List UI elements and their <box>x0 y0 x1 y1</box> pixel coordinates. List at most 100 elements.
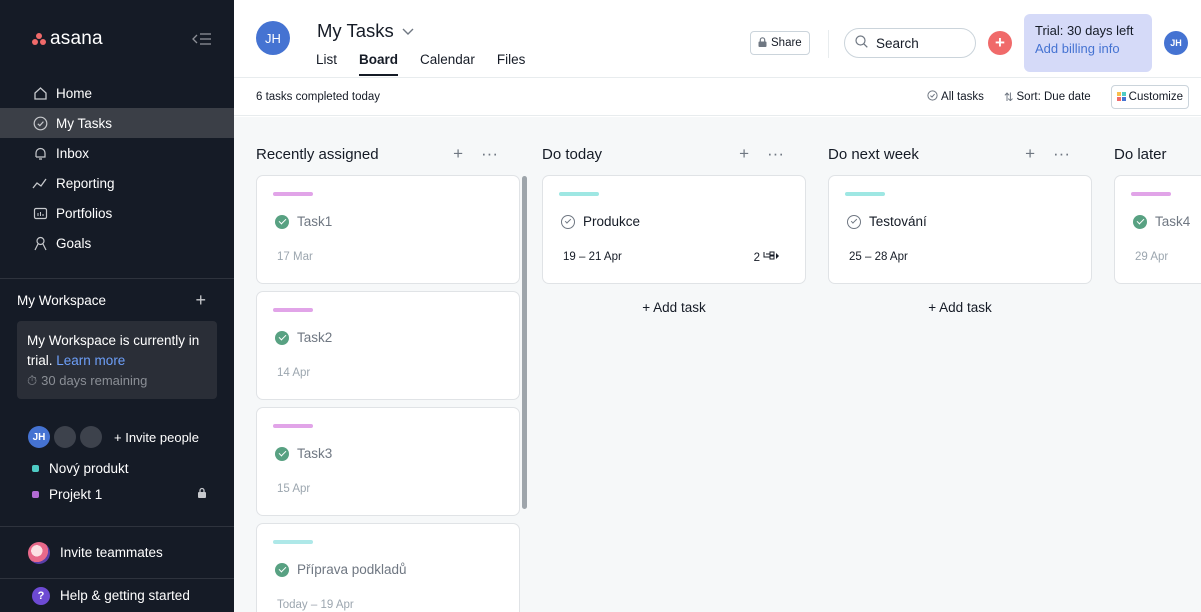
add-billing-link[interactable]: Add billing info <box>1035 40 1152 58</box>
collapse-sidebar-icon[interactable] <box>192 32 212 46</box>
incomplete-check-icon[interactable] <box>847 214 861 229</box>
task-card[interactable]: Produkce 19 – 21 Apr 2 <box>542 175 806 284</box>
completed-check-icon[interactable] <box>275 330 289 345</box>
subtask-icon <box>763 251 781 264</box>
task-name: Task4 <box>1155 214 1191 229</box>
sidebar-item-inbox[interactable]: Inbox <box>0 138 234 168</box>
globe-icon <box>28 541 50 564</box>
bell-icon <box>32 145 48 161</box>
search-placeholder: Search <box>876 35 919 51</box>
trial-banner[interactable]: Trial: 30 days left Add billing info <box>1024 14 1152 72</box>
column-header: Recently assigned + ··· <box>256 143 498 165</box>
board-toolbar: 6 tasks completed today All tasks ⇅ Sort… <box>234 78 1201 116</box>
sidebar-item-goals[interactable]: Goals <box>0 228 234 258</box>
task-name: Task1 <box>297 214 333 229</box>
page-header: JH My Tasks List Board Calendar Files Sh… <box>234 0 1201 78</box>
help-label: Help & getting started <box>60 588 190 603</box>
share-button[interactable]: Share <box>750 31 810 55</box>
add-task-icon[interactable]: + <box>1025 144 1035 164</box>
invite-teammates-label: Invite teammates <box>60 545 163 560</box>
more-options-icon[interactable]: ··· <box>481 144 498 164</box>
more-options-icon[interactable]: ··· <box>1053 144 1070 164</box>
completed-check-icon[interactable] <box>275 562 289 577</box>
sidebar-item-my-tasks[interactable]: My Tasks <box>0 108 234 138</box>
due-date: 15 Apr <box>277 483 311 495</box>
task-card[interactable]: Task2 14 Apr <box>256 291 520 400</box>
completed-check-icon[interactable] <box>1133 214 1147 229</box>
sidebar-item-portfolios[interactable]: Portfolios <box>0 198 234 228</box>
avatar-placeholder <box>80 426 102 448</box>
due-date: 14 Apr <box>277 367 311 379</box>
sidebar-item-reporting[interactable]: Reporting <box>0 168 234 198</box>
asana-logo[interactable]: asana <box>32 28 103 50</box>
add-icon[interactable]: + <box>195 290 206 311</box>
due-date: Today – 19 Apr <box>277 599 354 611</box>
tab-board[interactable]: Board <box>359 52 399 76</box>
tasks-completed-count: 6 tasks completed today <box>256 90 381 103</box>
sidebar-item-label: Inbox <box>56 145 90 161</box>
learn-more-link[interactable]: Learn more <box>56 353 125 368</box>
team-members-row: JH + Invite people <box>0 425 234 449</box>
board: Recently assigned + ··· Task1 17 Mar Task… <box>234 117 1201 612</box>
sidebar-item-label: My Tasks <box>56 115 113 131</box>
page-title[interactable]: My Tasks <box>317 20 414 42</box>
avatar[interactable]: JH <box>28 426 50 448</box>
chevron-down-icon[interactable] <box>402 24 414 39</box>
search-icon <box>855 35 868 51</box>
check-circle-icon <box>927 89 938 104</box>
sidebar-item-label: Home <box>56 85 93 101</box>
invite-teammates-button[interactable]: Invite teammates <box>0 526 234 578</box>
task-card[interactable]: Příprava podkladů Today – 19 Apr <box>256 523 520 612</box>
project-color-dot <box>32 464 39 472</box>
help-icon: ? <box>32 586 50 605</box>
sidebar-top: asana <box>0 0 234 78</box>
task-card[interactable]: Task3 15 Apr <box>256 407 520 516</box>
quick-add-button[interactable]: + <box>988 31 1012 55</box>
subtask-count-value: 2 <box>753 251 760 264</box>
search-input[interactable]: Search <box>844 28 976 58</box>
page-title-text: My Tasks <box>317 20 394 41</box>
more-options-icon[interactable]: ··· <box>767 144 784 164</box>
task-color-bar <box>273 424 313 428</box>
add-task-button[interactable]: + Add task <box>828 300 1092 315</box>
sidebar-project-novy-produkt[interactable]: Nový produkt <box>0 455 234 481</box>
check-circle-icon <box>32 115 48 131</box>
add-task-button[interactable]: + Add task <box>542 300 806 315</box>
help-button[interactable]: ? Help & getting started <box>0 578 234 612</box>
completed-check-icon[interactable] <box>275 446 289 461</box>
sidebar-item-home[interactable]: Home <box>0 78 234 108</box>
add-task-icon[interactable]: + <box>453 144 463 164</box>
avatar[interactable]: JH <box>256 21 290 55</box>
task-card[interactable]: Testování 25 – 28 Apr <box>828 175 1092 284</box>
sort-icon: ⇅ <box>1003 91 1014 104</box>
trial-days-left: Trial: 30 days left <box>1035 23 1134 38</box>
sort-button[interactable]: ⇅ Sort: Due date <box>1004 90 1091 104</box>
completed-check-icon[interactable] <box>275 214 289 229</box>
task-name: Task2 <box>297 330 333 345</box>
incomplete-check-icon[interactable] <box>561 214 575 229</box>
add-task-icon[interactable]: + <box>739 144 749 164</box>
customize-icon <box>1116 92 1126 101</box>
share-label: Share <box>771 37 802 49</box>
workspace-header[interactable]: My Workspace + <box>0 279 234 321</box>
board-column-do-next-week: Do next week + ··· Testování 25 – 28 Apr … <box>806 117 1092 612</box>
customize-button[interactable]: Customize <box>1110 84 1189 109</box>
subtask-count[interactable]: 2 <box>754 251 781 264</box>
app-name: asana <box>50 28 103 49</box>
sidebar-project-projekt-1[interactable]: Projekt 1 <box>0 481 234 507</box>
tab-list[interactable]: List <box>316 52 337 76</box>
workspace-trial-box: My Workspace is currently in trial. Lear… <box>17 321 217 399</box>
all-tasks-filter[interactable]: All tasks <box>927 89 984 104</box>
timer-icon: ⏱ <box>27 373 38 388</box>
tab-calendar[interactable]: Calendar <box>420 52 475 76</box>
tab-files[interactable]: Files <box>497 52 526 76</box>
folder-icon <box>32 205 48 221</box>
task-name: Produkce <box>583 214 641 229</box>
task-card[interactable]: Task1 17 Mar <box>256 175 520 284</box>
sort-label: Sort: Due date <box>1016 90 1091 103</box>
task-card[interactable]: Task4 29 Apr <box>1114 175 1201 284</box>
project-color-dot <box>32 490 39 498</box>
invite-people-button[interactable]: + Invite people <box>114 430 199 445</box>
user-avatar[interactable]: JH <box>1164 31 1188 55</box>
due-date: 17 Mar <box>277 251 313 263</box>
